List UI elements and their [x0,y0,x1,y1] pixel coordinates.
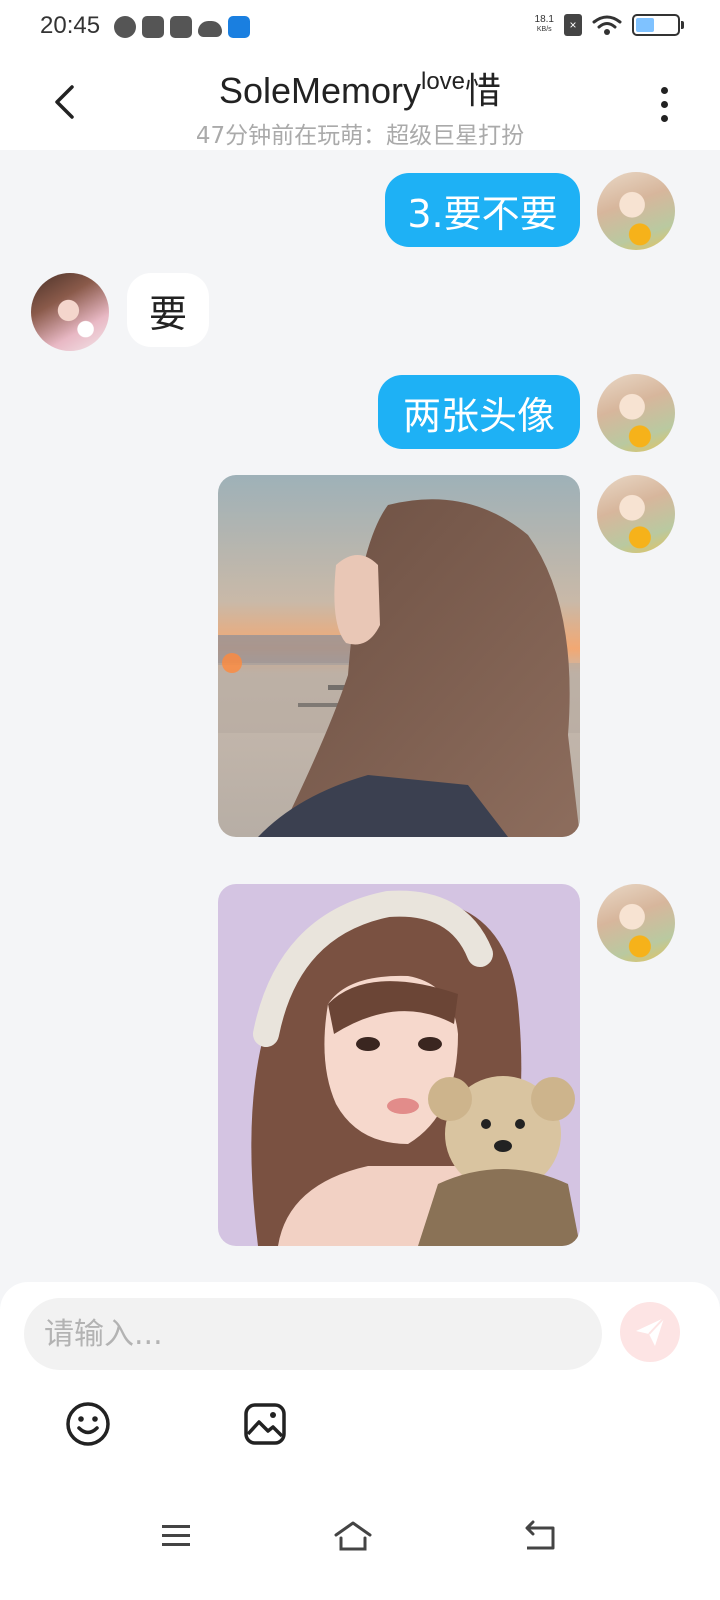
status-time: 20:45 [40,12,101,39]
wifi-icon [592,15,622,35]
system-indicators: 18.1 KB/s × [535,14,684,36]
network-speed-unit: KB/s [536,26,552,33]
home-button[interactable] [323,1506,383,1566]
status-bar: 20:45 18.1 KB/s × [0,0,720,56]
smiley-icon [66,1402,110,1446]
my-avatar[interactable] [597,374,675,452]
girl-with-puppy-illustration [218,884,580,1246]
mail-icon [170,16,192,38]
home-icon [334,1521,372,1551]
chat-title-block: SoleMemorylove惜 47分钟前在玩萌：超级巨星打扮 [100,62,620,150]
chat-title-tail: 惜 [465,70,502,111]
image-message-seaside-photo[interactable] [218,475,580,837]
back-nav-button[interactable] [509,1506,569,1566]
chat-title-sup: love [421,68,466,95]
back-button[interactable] [40,78,88,126]
last-active-status: 47分钟前在玩萌：超级巨星打扮 [195,123,525,149]
message-bubble-outgoing[interactable]: 3.要不要 [385,173,580,247]
return-icon [525,1520,555,1550]
more-options-button[interactable] [648,82,680,126]
network-speed: 18.1 KB/s [535,15,554,35]
recent-apps-button[interactable] [146,1506,206,1566]
more-dot-icon [660,100,668,108]
system-navigation-bar [0,1490,720,1600]
contact-avatar[interactable] [31,273,109,351]
my-avatar[interactable] [597,884,675,962]
my-avatar[interactable] [597,475,675,553]
message-bubble-outgoing[interactable]: 两张头像 [378,375,580,449]
chat-title: SoleMemorylove惜 [100,62,620,114]
send-button[interactable] [620,1302,680,1362]
image-icon [244,1403,286,1445]
battery-fill [636,18,654,32]
notification-icons [114,16,250,40]
app-icon [228,16,250,38]
more-dot-icon [660,114,668,122]
chevron-left-icon [55,85,74,119]
seaside-girl-photo [218,475,580,837]
more-dot-icon [660,86,668,94]
clock-icon [114,16,136,38]
message-bubble-incoming[interactable]: 要 [127,273,209,347]
send-icon [636,1317,665,1346]
message-input-container[interactable] [24,1298,602,1370]
cloud-icon [198,21,222,37]
message-list[interactable]: 3.要不要 要 两张头像 [0,150,720,1282]
calendar-icon [142,16,164,38]
image-picker-button[interactable] [239,1398,291,1450]
network-speed-value: 18.1 [534,14,554,25]
my-avatar[interactable] [597,172,675,250]
image-message-illustration[interactable] [218,884,580,1246]
emoji-button[interactable] [62,1398,114,1450]
message-input[interactable] [44,1316,602,1352]
chat-header: SoleMemorylove惜 47分钟前在玩萌：超级巨星打扮 [0,56,720,150]
chat-title-name: SoleMemory [218,70,421,111]
battery-icon [632,14,684,36]
menu-icon [162,1525,190,1546]
no-sim-icon: × [564,14,582,36]
